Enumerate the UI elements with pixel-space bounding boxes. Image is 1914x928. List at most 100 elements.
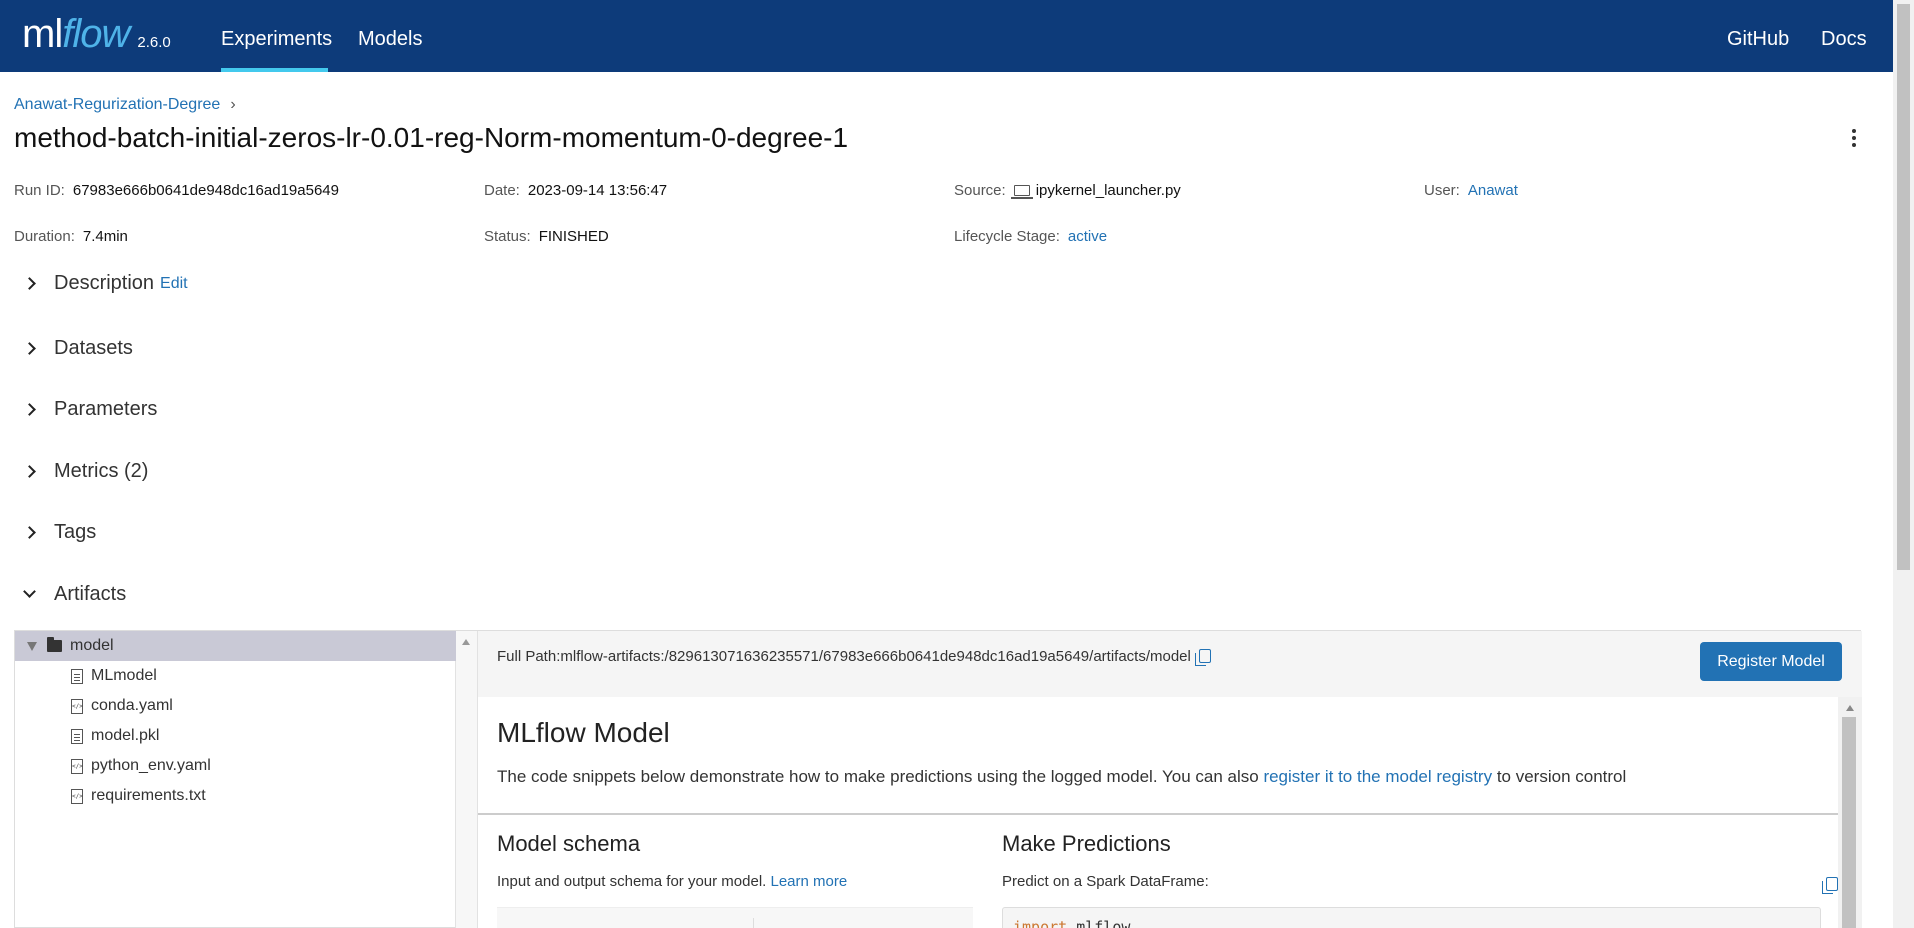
divider — [478, 813, 1838, 815]
scroll-up-arrow-icon[interactable] — [1846, 705, 1854, 711]
mlflow-model-view: MLflow Model The code snippets below dem… — [478, 697, 1838, 928]
section-metrics[interactable]: Metrics (2) — [20, 460, 148, 483]
status-field: Status: FINISHED — [484, 228, 609, 245]
tree-item-label: python_env.yaml — [91, 757, 211, 774]
tree-item-label: model — [70, 637, 114, 654]
description-edit-link[interactable]: Edit — [160, 275, 188, 293]
lifecycle-field: Lifecycle Stage: active — [954, 228, 1107, 245]
section-description[interactable]: Description Edit — [20, 272, 188, 295]
date-label: Date: — [484, 182, 520, 199]
artifact-viewer: Full Path:mlflow-artifacts:/829613071636… — [478, 631, 1862, 928]
code-file-icon — [71, 758, 83, 774]
user-label: User: — [1424, 182, 1460, 199]
section-datasets[interactable]: Datasets — [20, 337, 133, 360]
artifact-tree: model MLmodel conda.yaml model.pkl pytho… — [15, 631, 456, 928]
section-datasets-label: Datasets — [54, 337, 133, 359]
laptop-icon — [1010, 185, 1033, 199]
copy-code-icon[interactable] — [1822, 877, 1838, 894]
tree-item-label: model.pkl — [91, 727, 160, 744]
model-view-scrollbar-thumb[interactable] — [1842, 717, 1856, 928]
tree-item-mlmodel[interactable]: MLmodel — [15, 661, 456, 691]
model-view-scrollbar[interactable] — [1838, 697, 1862, 928]
mlflow-model-description: The code snippets below demonstrate how … — [497, 767, 1626, 787]
nav-docs[interactable]: Docs — [1821, 0, 1867, 72]
full-path: Full Path:mlflow-artifacts:/829613071636… — [497, 647, 1211, 666]
tree-item-label: MLmodel — [91, 667, 157, 684]
tree-item-requirements-txt[interactable]: requirements.txt — [15, 781, 456, 811]
page-title: method-batch-initial-zeros-lr-0.01-reg-N… — [14, 122, 849, 153]
duration-value: 7.4min — [82, 228, 128, 245]
section-parameters-label: Parameters — [54, 398, 158, 420]
source-label: Source: — [954, 182, 1006, 199]
breadcrumb: Anawat-Regurization-Degree › — [14, 96, 236, 114]
status-label: Status: — [484, 228, 531, 245]
date-value: 2023-09-14 13:56:47 — [527, 182, 668, 199]
artifacts-panel: model MLmodel conda.yaml model.pkl pytho… — [14, 630, 1862, 928]
code-file-icon — [71, 698, 83, 714]
chevron-right-icon — [20, 274, 40, 294]
tree-item-python-env-yaml[interactable]: python_env.yaml — [15, 751, 456, 781]
tree-item-model-pkl[interactable]: model.pkl — [15, 721, 456, 751]
nav-github[interactable]: GitHub — [1727, 0, 1789, 72]
user-field: User: Anawat — [1424, 182, 1518, 199]
section-parameters[interactable]: Parameters — [20, 398, 157, 421]
schema-table — [497, 907, 973, 928]
duration-label: Duration: — [14, 228, 75, 245]
user-link[interactable]: Anawat — [1468, 182, 1518, 199]
tree-item-model[interactable]: model — [15, 631, 456, 661]
artifact-path-bar: Full Path:mlflow-artifacts:/829613071636… — [478, 631, 1862, 697]
tree-item-label: requirements.txt — [91, 787, 206, 804]
section-artifacts-label: Artifacts — [54, 583, 127, 605]
code-snippet: import mlflow — [1002, 907, 1821, 928]
tree-item-conda-yaml[interactable]: conda.yaml — [15, 691, 456, 721]
nav-models[interactable]: Models — [358, 0, 422, 72]
more-options-icon[interactable] — [1844, 126, 1864, 150]
page-scrollbar[interactable] — [1893, 0, 1914, 928]
date-field: Date: 2023-09-14 13:56:47 — [484, 182, 667, 199]
file-icon — [71, 728, 83, 744]
model-desc-suffix: to version control — [1492, 767, 1627, 786]
logo-flow-text: flow — [62, 12, 130, 56]
chevron-right-icon — [20, 462, 40, 482]
learn-more-link[interactable]: Learn more — [771, 873, 848, 890]
section-tags-label: Tags — [54, 521, 97, 543]
run-id-label: Run ID: — [14, 182, 65, 199]
run-id-field: Run ID: 67983e666b0641de948dc16ad19a5649 — [14, 182, 339, 199]
copy-icon[interactable] — [1194, 649, 1211, 666]
chevron-right-icon — [20, 400, 40, 420]
model-schema-description: Input and output schema for your model. … — [497, 873, 847, 890]
run-id-value: 67983e666b0641de948dc16ad19a5649 — [72, 182, 339, 199]
top-nav-bar: ml flow 2.6.0 Experiments Models GitHub … — [0, 0, 1893, 72]
tree-item-label: conda.yaml — [91, 697, 173, 714]
schema-desc-text: Input and output schema for your model. — [497, 873, 771, 890]
model-desc-text: The code snippets below demonstrate how … — [497, 767, 1264, 786]
mlflow-model-title: MLflow Model — [497, 717, 670, 748]
lifecycle-value[interactable]: active — [1068, 228, 1107, 245]
section-artifacts[interactable]: Artifacts — [20, 583, 126, 606]
section-tags[interactable]: Tags — [20, 521, 96, 544]
code-keyword: import — [1013, 918, 1068, 928]
section-metrics-label: Metrics (2) — [54, 460, 149, 482]
breadcrumb-experiment-link[interactable]: Anawat-Regurization-Degree — [14, 96, 220, 114]
nav-experiments[interactable]: Experiments — [221, 0, 332, 72]
source-field: Source: ipykernel_launcher.py — [954, 182, 1181, 199]
tree-scrollbar[interactable] — [456, 631, 478, 928]
mlflow-logo[interactable]: ml flow 2.6.0 — [22, 12, 171, 60]
chevron-down-icon — [20, 585, 40, 605]
chevron-right-icon — [20, 339, 40, 359]
lifecycle-label: Lifecycle Stage: — [954, 228, 1060, 245]
code-file-icon — [71, 788, 83, 804]
chevron-right-icon — [20, 523, 40, 543]
duration-field: Duration: 7.4min — [14, 228, 128, 245]
file-icon — [71, 668, 83, 684]
page-scrollbar-thumb[interactable] — [1897, 4, 1910, 570]
scroll-up-arrow-icon[interactable] — [462, 639, 470, 645]
code-text: mlflow — [1067, 918, 1131, 928]
model-schema-title: Model schema — [497, 831, 641, 856]
register-model-button[interactable]: Register Model — [1700, 642, 1842, 681]
register-registry-link[interactable]: register it to the model registry — [1263, 767, 1492, 786]
expand-triangle-icon[interactable] — [27, 641, 37, 651]
folder-icon — [47, 637, 62, 652]
status-value: FINISHED — [538, 228, 609, 245]
section-description-label: Description — [54, 272, 155, 294]
